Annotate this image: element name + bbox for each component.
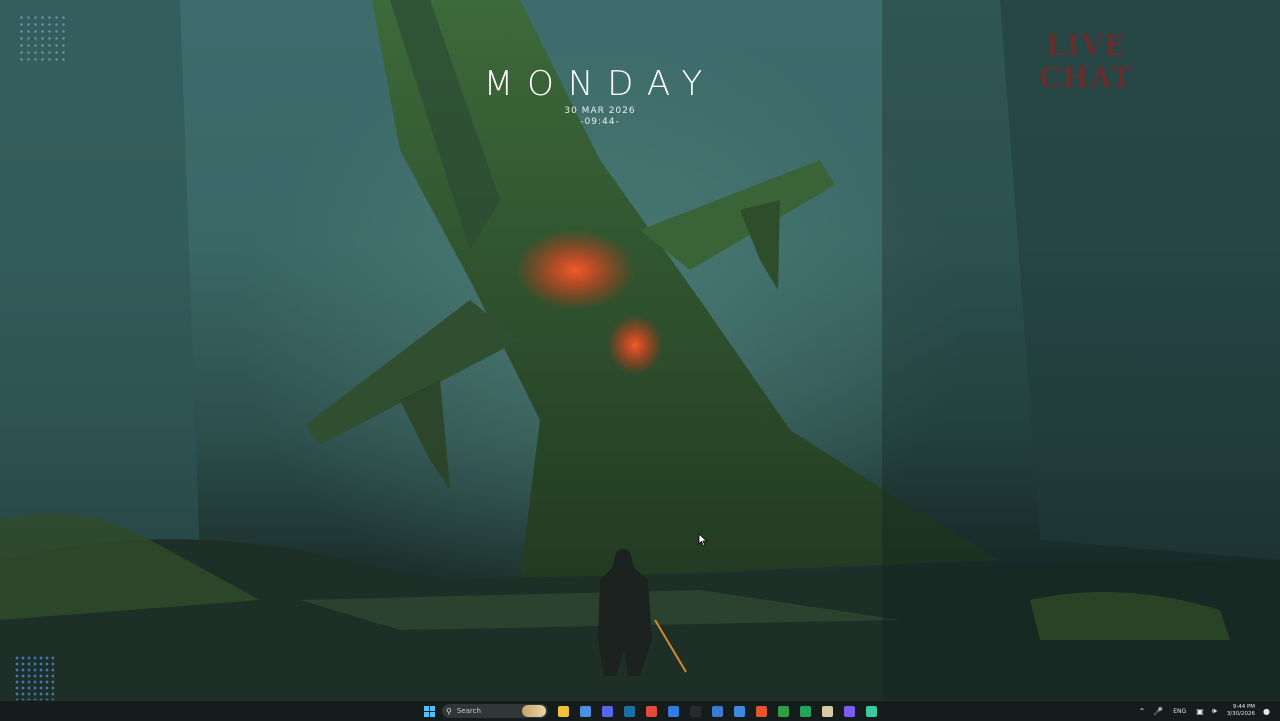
taskbar-app-xbox[interactable] bbox=[775, 702, 792, 720]
clock-widget: MONDAY 30 MAR 2026 -09:44- bbox=[440, 62, 760, 128]
terminal-app-icon bbox=[865, 705, 877, 717]
taskbar-search[interactable]: ⚲ Search bbox=[442, 704, 548, 718]
search-icon: ⚲ bbox=[446, 706, 452, 716]
calendar-icon bbox=[579, 705, 591, 717]
vpn-icon bbox=[711, 705, 723, 717]
app-blue-icon bbox=[667, 705, 679, 717]
taskbar-app-chrome[interactable] bbox=[643, 702, 660, 720]
brave-icon bbox=[755, 705, 767, 717]
epic-games-icon bbox=[689, 705, 701, 717]
tray-clock[interactable]: 9:44 PM 3/30/2026 bbox=[1227, 704, 1255, 718]
dot-grid-decoration bbox=[18, 14, 68, 64]
notepad-icon bbox=[821, 705, 833, 717]
search-highlight-icon bbox=[522, 705, 546, 717]
windows-logo-icon bbox=[423, 705, 435, 717]
steam-icon bbox=[623, 705, 635, 717]
taskbar-pinned: ⚲ Search bbox=[420, 702, 882, 720]
microphone-icon[interactable]: 🎤 bbox=[1153, 707, 1163, 716]
mail-icon bbox=[733, 705, 745, 717]
mouse-cursor-icon bbox=[698, 533, 708, 547]
taskbar-app-xbox-app[interactable] bbox=[797, 702, 814, 720]
dim-overlay-panel bbox=[882, 0, 1280, 700]
discord-icon bbox=[601, 705, 613, 717]
notification-icon[interactable]: ● bbox=[1263, 707, 1270, 716]
chevron-up-icon[interactable]: ⌃ bbox=[1139, 707, 1146, 716]
system-tray: ⌃ 🎤 ENG ▣ 🕪 9:44 PM 3/30/2026 ● bbox=[1135, 702, 1270, 720]
search-placeholder: Search bbox=[456, 707, 481, 715]
clock-day: MONDAY bbox=[483, 64, 717, 104]
taskbar: ⚲ Search ⌃ 🎤 ENG ▣ 🕪 9:44 PM 3/30/2026 ● bbox=[0, 700, 1280, 721]
xbox-icon bbox=[777, 705, 789, 717]
dot-grid-decoration-bottom bbox=[14, 655, 54, 705]
taskbar-app-discord[interactable] bbox=[599, 702, 616, 720]
live-chat-overlay: LIVE CHAT bbox=[996, 30, 1176, 94]
xbox-app-icon bbox=[799, 705, 811, 717]
taskbar-app-file-explorer[interactable] bbox=[555, 702, 572, 720]
taskbar-app-brave[interactable] bbox=[753, 702, 770, 720]
file-explorer-icon bbox=[557, 705, 569, 717]
taskbar-apps bbox=[552, 702, 882, 720]
clock-date: 30 MAR 2026 bbox=[564, 106, 636, 116]
tray-date: 3/30/2026 bbox=[1226, 711, 1256, 717]
taskbar-app-notepad[interactable] bbox=[819, 702, 836, 720]
taskbar-app-terminal-app[interactable] bbox=[863, 702, 880, 720]
taskbar-app-steam[interactable] bbox=[621, 702, 638, 720]
taskbar-app-copilot[interactable] bbox=[841, 702, 858, 720]
tray-time: 9:44 PM bbox=[1232, 704, 1256, 710]
taskbar-app-epic-games[interactable] bbox=[687, 702, 704, 720]
taskbar-app-mail[interactable] bbox=[731, 702, 748, 720]
language-indicator[interactable]: ENG bbox=[1173, 708, 1186, 715]
chrome-icon bbox=[645, 705, 657, 717]
volume-icon[interactable]: 🕪 bbox=[1212, 706, 1217, 716]
taskbar-app-vpn[interactable] bbox=[709, 702, 726, 720]
start-button[interactable] bbox=[420, 702, 438, 720]
taskbar-app-calendar[interactable] bbox=[577, 702, 594, 720]
clock-time: -09:44- bbox=[580, 117, 620, 127]
network-icon[interactable]: ▣ bbox=[1196, 707, 1204, 716]
live-chat-title: LIVE CHAT bbox=[1039, 29, 1133, 94]
copilot-icon bbox=[843, 705, 855, 717]
taskbar-app-app-blue[interactable] bbox=[665, 702, 682, 720]
